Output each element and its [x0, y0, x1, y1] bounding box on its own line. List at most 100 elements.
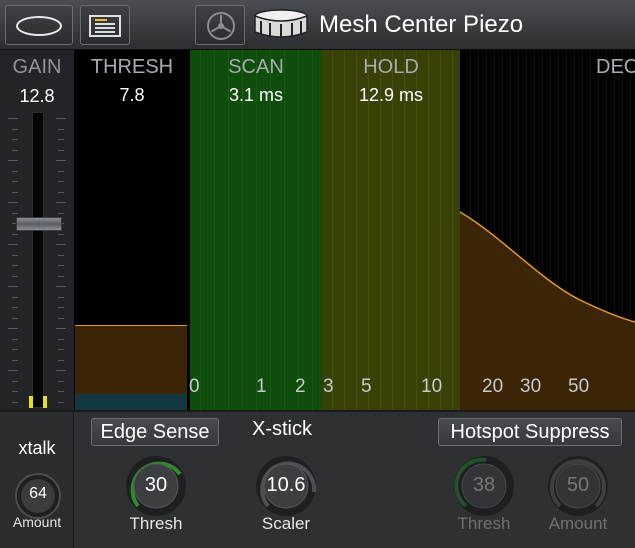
gain-scale-tick [58, 128, 64, 130]
top-bar: Mesh Center Piezo [0, 0, 635, 50]
x-tick: 1 [256, 376, 267, 397]
gain-scale-tick [58, 191, 64, 193]
gain-scale-tick [12, 401, 18, 403]
x-tick: 30 [520, 376, 542, 397]
xstick-label: X-stick [252, 418, 312, 440]
gain-meter-left [29, 396, 33, 408]
edge-sense-thresh-knob[interactable]: 30 [124, 454, 188, 518]
gain-scale-tick [12, 181, 18, 182]
list-icon [89, 15, 121, 37]
xtalk-amount-label: Amount [12, 514, 62, 530]
gain-scale-tick [58, 139, 64, 140]
x-tick: 5 [361, 376, 372, 397]
oval-button[interactable] [5, 5, 73, 45]
gain-scale-tick [58, 391, 64, 392]
thresh-title: THRESH [90, 56, 174, 78]
x-tick: 0 [189, 376, 200, 397]
xstick-scaler-label: Scaler [261, 514, 311, 533]
settings-panel: Edge Sense 30 Thresh X-stick 10.6 Scaler… [74, 410, 635, 548]
gain-scale-tick [12, 317, 18, 319]
oval-icon [16, 16, 62, 36]
gain-scale-tick [58, 296, 64, 298]
gain-scale-tick [58, 265, 64, 266]
menu-button[interactable] [80, 5, 130, 45]
snare-drum-icon [254, 9, 308, 38]
gain-scale-tick [58, 254, 64, 256]
gain-scale-tick [12, 139, 18, 140]
gain-scale-tick [8, 118, 18, 119]
hotspot-suppress-label: Hotspot Suppress [438, 418, 622, 446]
gain-scale-tick [58, 349, 64, 350]
gain-scale-tick [58, 170, 64, 172]
xstick-scaler-knob[interactable]: 10.6 [254, 454, 318, 518]
gain-scale-tick [58, 380, 64, 382]
gain-scale-tick [12, 128, 18, 130]
x-tick: 50 [568, 376, 590, 397]
gain-scale-tick [56, 286, 66, 287]
x-tick: 10 [421, 376, 443, 397]
decay-curve [460, 211, 635, 410]
gain-scale-tick [8, 286, 18, 287]
edge-sense-thresh-label: Thresh [129, 514, 183, 533]
gain-scale-tick [12, 170, 18, 172]
gain-scale-tick [58, 233, 64, 235]
gain-scale-tick [58, 359, 64, 361]
gain-scale-tick [8, 328, 18, 329]
gain-scale-tick [12, 338, 18, 340]
hotspot-amount-knob[interactable]: 50 [546, 454, 610, 518]
x-tick: 3 [323, 376, 334, 397]
hotspot-thresh-label: Thresh [457, 514, 511, 533]
gain-value: 12.8 [19, 86, 55, 106]
decay-title: DEC [596, 56, 635, 78]
gain-scale-tick [58, 338, 64, 340]
gain-scale-tick [56, 118, 66, 119]
gain-scale-tick [12, 359, 18, 361]
gain-scale-tick [58, 275, 64, 277]
gain-scale-tick [12, 296, 18, 298]
edge-sense-label: Edge Sense [91, 418, 219, 446]
gain-scale-tick [12, 191, 18, 193]
gain-scale-tick [12, 149, 18, 151]
gain-scale-tick [58, 307, 64, 308]
gain-scale-tick [12, 307, 18, 308]
xtalk-amount-value: 64 [29, 485, 47, 502]
gain-slider-track[interactable] [32, 112, 44, 408]
gain-scale-tick [8, 202, 18, 203]
gain-scale-tick [12, 212, 18, 214]
gain-scale-tick [12, 275, 18, 277]
gain-label: GAIN [12, 56, 62, 78]
scan-value: 3.1 ms [228, 85, 284, 105]
gain-scale-tick [12, 254, 18, 256]
gain-scale-tick [58, 212, 64, 214]
xstick-scaler-value: 10.6 [266, 474, 306, 496]
gain-scale-tick [12, 265, 18, 266]
x-tick: 20 [482, 376, 504, 397]
gain-scale-tick [56, 328, 66, 329]
gain-scale-tick [12, 349, 18, 350]
tuning-fork-logo-icon [207, 12, 235, 40]
hotspot-amount-value: 50 [566, 474, 590, 496]
gain-scale-tick [58, 401, 64, 403]
gain-scale-tick [56, 370, 66, 371]
gain-scale-tick [12, 391, 18, 392]
logo-button[interactable] [195, 5, 245, 45]
gain-scale-tick [58, 317, 64, 319]
hotspot-thresh-value: 38 [472, 474, 496, 496]
hold-value: 12.9 ms [358, 85, 424, 105]
hotspot-amount-label: Amount [548, 514, 608, 533]
scan-title: SCAN [228, 56, 284, 78]
gain-scale-tick [8, 370, 18, 371]
gain-scale-tick [58, 149, 64, 151]
xtalk-label: xtalk [18, 438, 56, 458]
x-tick: 2 [295, 376, 306, 397]
xtalk-amount-knob[interactable]: 64 [14, 472, 62, 520]
envelope-graph: THRESH 7.8 SCAN 3.1 ms HOLD 12.9 ms DEC … [74, 50, 635, 410]
page-title: Mesh Center Piezo [319, 11, 524, 38]
hotspot-thresh-knob[interactable]: 38 [452, 454, 516, 518]
gain-scale-tick [8, 244, 18, 245]
gain-slider-handle[interactable] [16, 217, 62, 232]
noise-floor [75, 394, 187, 410]
xtalk-panel: xtalk 64 Amount [0, 410, 74, 548]
gain-scale-tick [56, 202, 66, 203]
gain-panel: GAIN 12.8 [0, 50, 74, 410]
